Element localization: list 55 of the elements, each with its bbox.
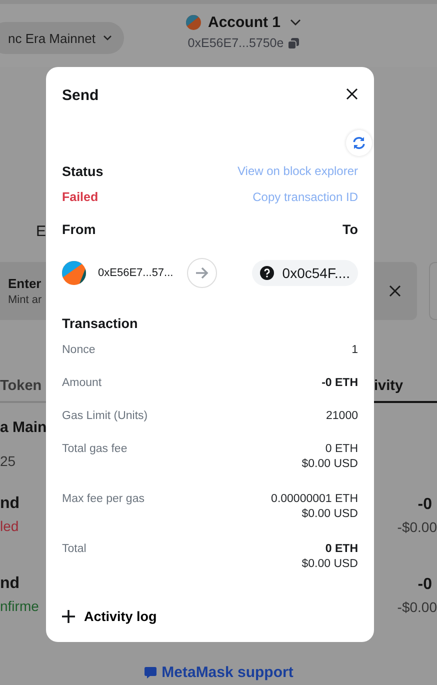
- copy-icon[interactable]: [288, 38, 299, 48]
- detail-label: Gas Limit (Units): [62, 410, 148, 424]
- activity-amount: -0: [418, 496, 432, 515]
- detail-label: Max fee per gas: [62, 493, 144, 507]
- date-text: 25: [0, 453, 17, 471]
- detail-value: 21000: [326, 410, 358, 422]
- balance-text: E: [36, 223, 46, 242]
- activity-amount: -0: [418, 576, 432, 595]
- refresh-button[interactable]: [346, 130, 372, 156]
- chevron-down-icon: [290, 19, 301, 26]
- dialog-title: Send: [62, 86, 99, 104]
- detail-value: -0 ETH: [322, 377, 358, 389]
- detail-value: $0.00 USD: [302, 508, 358, 520]
- plus-icon: [62, 610, 75, 623]
- avatar-icon: [186, 15, 201, 30]
- activity-status: led: [0, 518, 20, 536]
- status-text: Failed: [62, 190, 98, 204]
- detail-label: Total gas fee: [62, 443, 128, 457]
- avatar-icon: [62, 261, 86, 285]
- activity-log-toggle[interactable]: Activity log: [62, 609, 157, 624]
- chevron-down-icon: [103, 35, 112, 41]
- close-icon: [389, 285, 402, 297]
- account-address: 0xE56E7...5750e: [188, 36, 284, 50]
- banner-title: Enter: [8, 276, 42, 291]
- activity-fiat: -$0.00: [397, 599, 437, 617]
- from-address: 0xE56E7...57...: [98, 267, 174, 279]
- account-selector[interactable]: Account 1: [208, 14, 301, 31]
- close-icon: [346, 88, 358, 100]
- refresh-icon: [352, 136, 366, 150]
- detail-label: Total: [62, 543, 86, 557]
- from-label: From: [62, 222, 96, 236]
- network-selector[interactable]: nc Era Mainnet: [0, 22, 124, 54]
- recipient-chip[interactable]: 0x0c54F....: [252, 260, 358, 286]
- activity-title[interactable]: nd: [0, 575, 46, 595]
- chat-icon: [144, 666, 157, 679]
- detail-label: Amount: [62, 377, 102, 391]
- network-heading: a Main: [0, 419, 46, 438]
- activity-title[interactable]: nd: [0, 495, 46, 515]
- banner-text: Mint ar: [8, 294, 43, 306]
- detail-value: 0 ETH: [325, 543, 358, 555]
- status-label: Status: [62, 164, 104, 178]
- close-button[interactable]: [346, 88, 358, 102]
- detail-label: Nonce: [62, 344, 96, 358]
- detail-value: $0.00 USD: [302, 458, 358, 470]
- tab[interactable]: ivity: [374, 370, 437, 403]
- activity-fiat: -$0.00: [397, 519, 437, 537]
- detail-value: $0.00 USD: [302, 558, 358, 570]
- support-link[interactable]: MetaMask support: [144, 664, 294, 681]
- detail-value: 0.00000001 ETH: [271, 493, 358, 505]
- to-label: To: [342, 222, 358, 236]
- detail-value: 0 ETH: [325, 443, 358, 455]
- detail-value: 1: [352, 344, 358, 356]
- section-heading: Transaction: [62, 314, 139, 332]
- activity-status: nfirme: [0, 598, 40, 616]
- question-icon: [260, 266, 274, 280]
